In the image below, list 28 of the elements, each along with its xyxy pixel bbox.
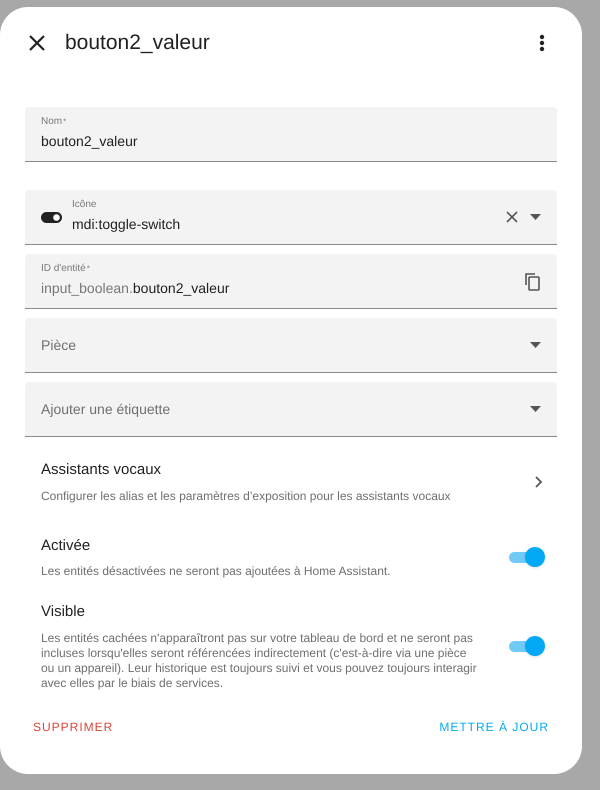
dropdown-caret-icon[interactable] bbox=[530, 214, 541, 220]
voice-assistants-description: Configurer les alias et les paramètres d’exposition pour les assistants vocaux bbox=[41, 488, 452, 504]
update-button[interactable]: METTRE À JOUR bbox=[431, 710, 557, 744]
dialog-title: bouton2_valeur bbox=[65, 30, 211, 56]
chevron-right-icon[interactable] bbox=[534, 474, 543, 489]
dropdown-caret-icon[interactable] bbox=[530, 342, 541, 348]
entity-id-field[interactable]: ID d'entité* input_boolean.bouton2_valeur bbox=[25, 254, 557, 309]
dropdown-field[interactable]: Ajouter une étiquette bbox=[25, 382, 557, 437]
toggle-switch[interactable] bbox=[508, 546, 545, 567]
setting-title: Visible bbox=[41, 602, 86, 622]
name-field[interactable]: Nom* bouton2_valeur bbox=[25, 107, 557, 162]
delete-button[interactable]: SUPPRIMER bbox=[33, 710, 114, 744]
more-icon bbox=[539, 34, 545, 52]
setting-description: Les entités désactivées ne seront pas ajoutées à Home Assistant. bbox=[41, 564, 392, 579]
dropdown-field[interactable]: Pièce bbox=[25, 318, 557, 373]
field-label: Nom* bbox=[41, 116, 68, 128]
toggle-switch-icon bbox=[41, 212, 62, 222]
voice-assistants-title: Assistants vocaux bbox=[41, 460, 162, 480]
field-label: Icône bbox=[72, 199, 98, 211]
toggle-switch[interactable] bbox=[508, 636, 545, 656]
field-label: ID d'entité* bbox=[41, 263, 91, 275]
clear-icon[interactable] bbox=[506, 211, 518, 223]
close-icon bbox=[28, 34, 46, 52]
dropdown-caret-icon[interactable] bbox=[530, 406, 541, 412]
setting-description: Les entités cachées n'apparaîtront pas sur votre tableau de bord et ne seront pas incluses lorsqu'elles seront référencées indirectement (c'est-à-dire via une pièce ou un appareil). Leur historique est toujours suivi et vous pouvez toujours interagir avec elles par le biais de services. bbox=[41, 630, 478, 690]
setting-title: Activée bbox=[41, 536, 92, 556]
copy-icon[interactable] bbox=[524, 272, 541, 290]
icon-field[interactable]: Icône mdi:toggle-switch bbox=[25, 190, 557, 245]
